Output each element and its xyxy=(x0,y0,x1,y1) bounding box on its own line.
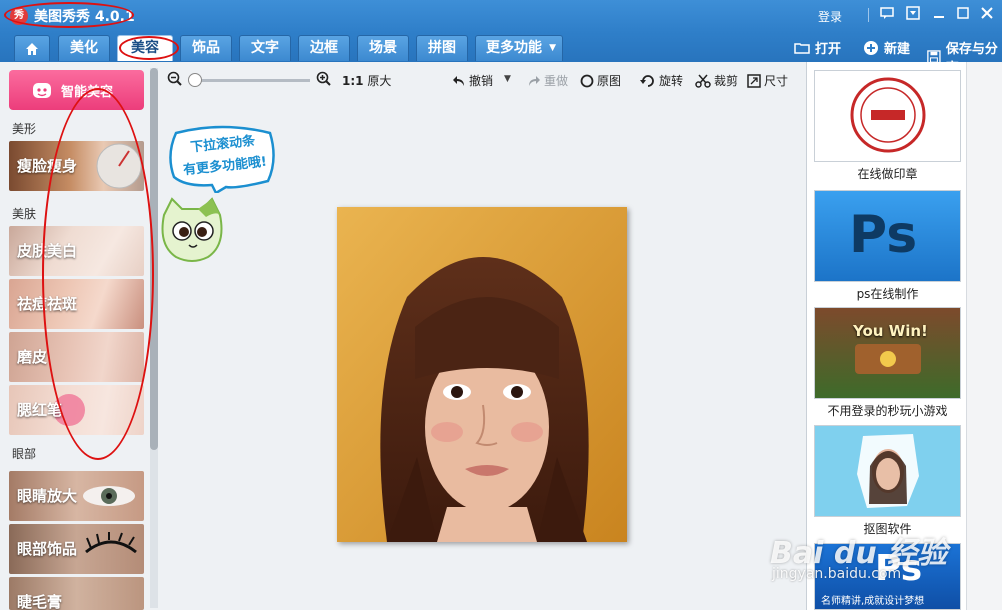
undo-button[interactable]: 撤销 xyxy=(452,72,493,89)
minimize-icon[interactable] xyxy=(930,6,948,24)
tab-beauty[interactable]: 美容 xyxy=(117,35,173,61)
stamp-image xyxy=(815,71,960,161)
home-icon xyxy=(26,43,38,55)
tab-beautify[interactable]: 美化 xyxy=(58,35,110,61)
baidu-watermark-url: jingyan.baidu.com xyxy=(772,566,902,582)
eyelash-image xyxy=(85,532,137,554)
course-caption: 名师精讲,成就设计梦想 xyxy=(821,596,925,607)
resize-icon xyxy=(747,73,761,88)
new-label: 新建 xyxy=(884,42,911,57)
feature-mascara[interactable]: 睫毛膏 xyxy=(9,577,144,610)
promo-caption: 在线做印章 xyxy=(857,167,918,181)
undo-dropdown-icon[interactable]: ▼ xyxy=(504,74,511,84)
category-eye: 眼部 xyxy=(12,447,37,461)
feature-label: 眼睛放大 xyxy=(17,487,78,505)
ps-logo-text: Ps xyxy=(849,205,918,265)
rotate-icon xyxy=(640,74,654,87)
size-label: 尺寸 xyxy=(764,74,789,88)
new-button[interactable]: 新建 xyxy=(863,38,910,57)
ratio-label: 原大 xyxy=(367,74,392,88)
tab-border[interactable]: 边框 xyxy=(298,35,350,61)
folder-icon xyxy=(794,42,810,54)
promo-caption: 不用登录的秒玩小游戏 xyxy=(827,404,948,418)
tab-scene[interactable]: 场景 xyxy=(357,35,409,61)
feature-label: 皮肤美白 xyxy=(17,242,78,260)
original-icon xyxy=(580,74,594,87)
maximize-icon[interactable] xyxy=(954,6,972,24)
size-button[interactable]: 尺寸 xyxy=(747,72,788,89)
redo-icon xyxy=(529,75,540,86)
title-bar: 秀 美图秀秀 4.0.1 登录 xyxy=(0,0,1002,32)
original-label: 原图 xyxy=(597,74,622,88)
plus-circle-icon xyxy=(864,40,878,55)
promo-panel-scrollbar[interactable] xyxy=(966,62,1002,610)
feature-label: 祛痘祛斑 xyxy=(17,295,78,313)
feature-skin-smoothing[interactable]: 磨皮 xyxy=(9,332,144,382)
open-label: 打开 xyxy=(815,42,842,57)
tab-more-label: 更多功能 xyxy=(486,40,542,56)
scissors-icon xyxy=(695,74,711,88)
redo-label: 重做 xyxy=(544,74,569,88)
tab-home[interactable] xyxy=(14,35,50,61)
category-skin: 美肤 xyxy=(12,207,37,221)
image-toolbar: 1:1 原大 撤销 ▼ 重做 原图 旋转 裁剪 尺寸 xyxy=(160,62,806,98)
feature-label: 睫毛膏 xyxy=(17,593,63,610)
rotate-button[interactable]: 旋转 xyxy=(640,72,683,89)
smart-beauty-button[interactable]: 智能美容 xyxy=(9,70,144,110)
feature-acne-removal[interactable]: 祛痘祛斑 xyxy=(9,279,144,329)
app-logo: 秀 xyxy=(10,7,28,25)
chevron-down-icon: ▼ xyxy=(549,43,556,53)
feature-blush-brush[interactable]: 腮红笔 xyxy=(9,385,144,435)
redo-button[interactable]: 重做 xyxy=(527,72,568,89)
face-icon xyxy=(33,83,51,98)
zoom-slider[interactable] xyxy=(190,79,310,82)
scale-image xyxy=(96,143,142,189)
close-icon[interactable] xyxy=(978,6,996,24)
feature-label: 磨皮 xyxy=(17,348,48,366)
portrait-photo[interactable] xyxy=(337,207,627,542)
feature-slim-face[interactable]: 瘦脸瘦身 xyxy=(9,141,144,191)
menu-icon[interactable] xyxy=(904,6,922,24)
zoom-in-icon[interactable] xyxy=(316,71,332,87)
undo-label: 撤销 xyxy=(469,74,494,88)
game-board-image xyxy=(855,344,921,374)
cutout-image xyxy=(857,434,919,508)
zoom-slider-handle[interactable] xyxy=(188,73,202,87)
title-separator xyxy=(868,8,869,22)
app-title: 美图秀秀 4.0.1 xyxy=(34,9,135,25)
open-button[interactable]: 打开 xyxy=(794,38,841,57)
feature-eye-accessories[interactable]: 眼部饰品 xyxy=(9,524,144,574)
tab-text[interactable]: 文字 xyxy=(239,35,291,61)
left-panel-scroll-thumb[interactable] xyxy=(150,68,158,450)
tab-bar: 美化 美容 饰品 文字 边框 场景 拼图 更多功能 ▼ 打开 新建 保存与分享 xyxy=(0,32,1002,76)
eye-image xyxy=(83,486,135,506)
mascot-cat-image xyxy=(161,197,223,262)
tab-more-features[interactable]: 更多功能 ▼ xyxy=(475,35,563,61)
undo-icon xyxy=(453,75,464,86)
feature-eye-enlarge[interactable]: 眼睛放大 xyxy=(9,471,144,521)
feature-label: 腮红笔 xyxy=(17,401,63,419)
message-icon[interactable] xyxy=(878,6,896,24)
ratio-number: 1:1 xyxy=(342,74,364,88)
promo-caption: ps在线制作 xyxy=(856,287,919,301)
tab-collage[interactable]: 拼图 xyxy=(416,35,468,61)
feature-skin-whitening[interactable]: 皮肤美白 xyxy=(9,226,144,276)
zoom-out-icon[interactable] xyxy=(167,71,183,87)
crop-button[interactable]: 裁剪 xyxy=(695,72,738,89)
login-link[interactable]: 登录 xyxy=(818,8,842,25)
smart-beauty-label: 智能美容 xyxy=(61,84,114,100)
feature-label: 瘦脸瘦身 xyxy=(17,157,78,175)
original-button[interactable]: 原图 xyxy=(580,72,621,89)
tab-accessories[interactable]: 饰品 xyxy=(180,35,232,61)
feature-label: 眼部饰品 xyxy=(17,540,78,558)
actual-size-button[interactable]: 1:1 原大 xyxy=(342,72,391,89)
rotate-label: 旋转 xyxy=(659,74,684,88)
category-shape: 美形 xyxy=(12,122,37,136)
crop-label: 裁剪 xyxy=(714,74,739,88)
